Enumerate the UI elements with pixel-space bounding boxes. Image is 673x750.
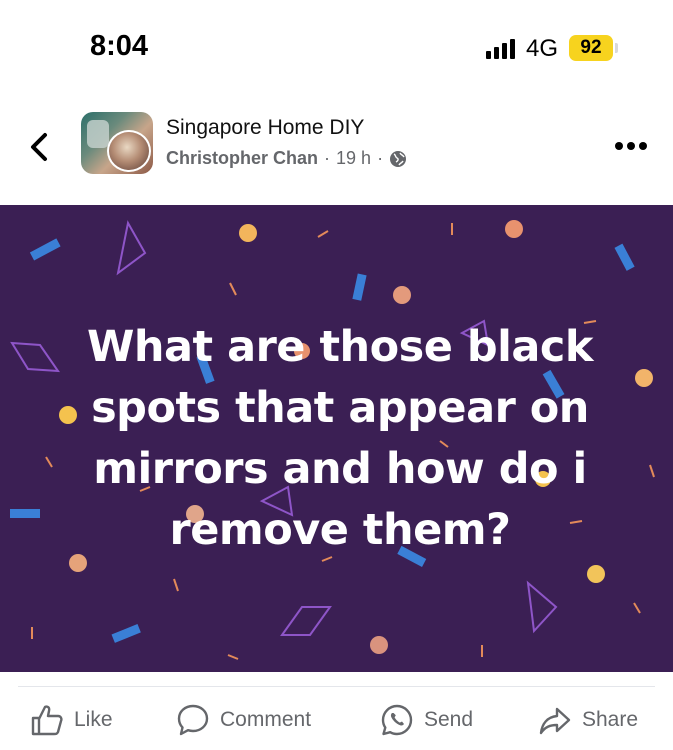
send-label: Send	[424, 708, 474, 731]
more-options-button[interactable]	[614, 138, 648, 154]
group-avatar[interactable]	[81, 112, 153, 174]
globe-icon	[390, 150, 407, 167]
more-horizontal-icon	[615, 142, 647, 150]
post-time[interactable]: 19 h	[336, 148, 371, 169]
cellular-signal-icon	[486, 39, 516, 59]
like-label: Like	[74, 708, 113, 731]
comment-label: Comment	[220, 708, 312, 731]
meta-separator: ·	[377, 148, 384, 168]
meta-separator: ·	[324, 148, 331, 168]
share-button[interactable]: Share	[538, 700, 638, 740]
status-bar: 8:04 4G 92	[0, 0, 673, 96]
post-text-line: remove them?	[169, 505, 511, 555]
thumbs-up-icon	[31, 705, 63, 736]
post-screen: 8:04 4G 92 Singapore Home DIY Christophe…	[0, 0, 673, 750]
battery-indicator: 92	[569, 35, 613, 61]
status-time: 8:04	[90, 30, 149, 62]
post-text-line: spots that appear on	[91, 383, 589, 433]
whatsapp-icon	[381, 704, 413, 736]
author-name[interactable]: Christopher Chan	[166, 148, 318, 169]
chevron-left-icon	[31, 133, 47, 161]
network-type: 4G	[526, 35, 559, 62]
group-name[interactable]: Singapore Home DIY	[166, 116, 364, 140]
battery-tip	[615, 43, 618, 53]
share-arrow-icon	[539, 707, 571, 735]
send-button[interactable]: Send	[380, 700, 473, 740]
back-button[interactable]	[24, 130, 56, 164]
like-button[interactable]: Like	[30, 700, 113, 740]
share-label: Share	[582, 708, 639, 731]
avatar-detail	[87, 120, 109, 148]
author-avatar	[107, 130, 151, 172]
comment-bubble-icon	[177, 704, 209, 736]
post-text-line: mirrors and how do i	[93, 444, 587, 494]
post-meta: Christopher Chan · 19 h ·	[166, 148, 407, 169]
post-text: What are those black spots that appear o…	[60, 317, 620, 561]
post-text-line: What are those black	[87, 322, 594, 372]
post-image[interactable]: What are those black spots that appear o…	[0, 205, 673, 672]
action-bar-divider	[18, 686, 655, 687]
comment-button[interactable]: Comment	[176, 700, 311, 740]
